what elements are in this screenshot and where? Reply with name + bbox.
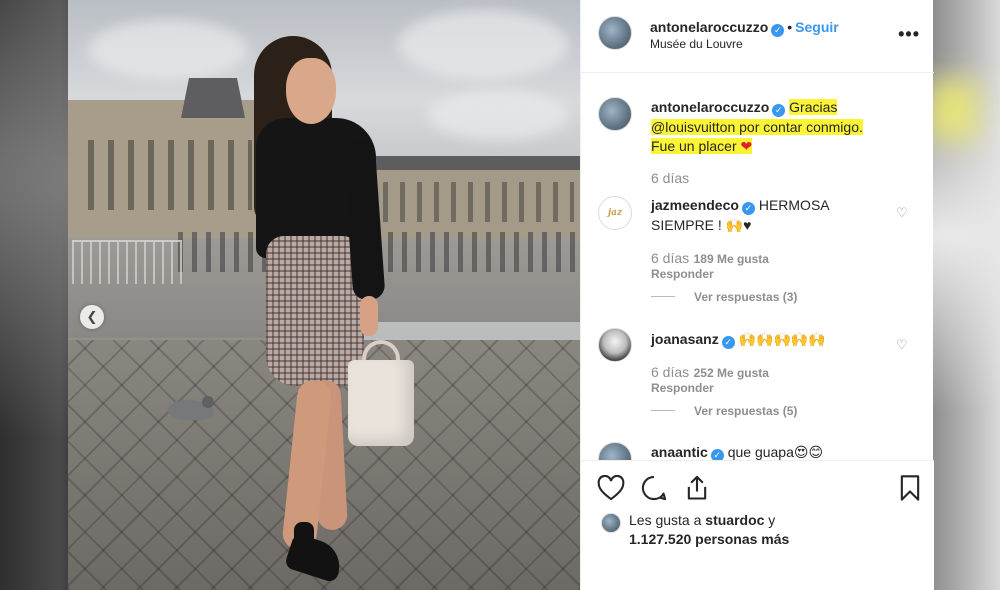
post-header: antonelaroccuzzo ✓ • Seguir Musée du Louvre… <box>581 0 934 73</box>
pigeon-head <box>202 396 214 408</box>
comment-author[interactable]: anaantic <box>651 444 708 460</box>
comment-time[interactable]: 6 días <box>651 250 689 266</box>
comment-author[interactable]: jazmeendeco <box>651 197 739 213</box>
reply-button[interactable]: Responder <box>651 381 714 395</box>
comment-meta: 6 días 252 Me gusta <box>651 364 769 382</box>
comment-meta: 6 días 189 Me gusta <box>651 250 769 268</box>
verified-badge-icon: ✓ <box>771 24 785 37</box>
heart-outline-icon[interactable]: ♡ <box>896 337 908 353</box>
reply-divider <box>651 410 675 411</box>
more-options-icon[interactable]: ••• <box>898 24 920 45</box>
avatar[interactable] <box>601 513 621 533</box>
likes-count[interactable]: 1.127.520 personas más <box>629 531 789 547</box>
verified-badge-icon: ✓ <box>721 336 735 350</box>
avatar[interactable] <box>598 442 632 460</box>
caption-mention[interactable]: @louisvuitton por contar conmigo. <box>651 118 863 135</box>
location-link[interactable]: Musée du Louvre <box>650 37 743 51</box>
reply-button[interactable]: Responder <box>651 267 714 281</box>
cloud <box>88 20 248 80</box>
avatar[interactable] <box>598 328 632 362</box>
likes-summary[interactable]: Les gusta a stuardoc y 1.127.520 persona… <box>629 511 889 549</box>
comment: jazmeendeco ✓ HERMOSA SIEMPRE ! 🙌♥ <box>651 196 891 235</box>
louvre-building-right <box>348 156 580 238</box>
heart-emoji: ❤ <box>740 138 753 154</box>
post-actions: Les gusta a stuardoc y 1.127.520 persona… <box>581 460 934 590</box>
separator-dot: • <box>787 19 793 35</box>
woman-face <box>286 58 336 124</box>
cloud <box>428 90 568 140</box>
likes-prefix: Les gusta a <box>629 512 706 528</box>
post-photo[interactable]: ❮ <box>68 0 580 590</box>
verified-badge-icon: ✓ <box>710 449 724 460</box>
comment-clipped: anaantic ✓ que guapa😍😊 <box>581 440 934 460</box>
caption-time[interactable]: 6 días <box>651 170 689 186</box>
comment: anaantic ✓ que guapa😍😊 <box>651 444 823 460</box>
comment-icon[interactable] <box>640 474 668 502</box>
share-icon[interactable] <box>683 474 711 502</box>
comment-text: que guapa😍😊 <box>727 444 824 460</box>
avatar[interactable] <box>598 16 632 50</box>
header-user-row: antonelaroccuzzo ✓ • Seguir <box>650 19 839 37</box>
comment-likes[interactable]: 189 Me gusta <box>694 252 769 266</box>
likes-connector: y <box>764 512 776 528</box>
woman-hand <box>360 296 378 336</box>
caption: antonelaroccuzzo ✓ Gracias @louisvuitton … <box>651 98 921 157</box>
comment-time[interactable]: 6 días <box>651 364 689 380</box>
heart-icon[interactable] <box>597 475 625 501</box>
post-sidebar: antonelaroccuzzo ✓ • Seguir Musée du Louvre… <box>580 0 934 590</box>
verified-badge-icon: ✓ <box>772 104 786 118</box>
caption-text: Fue un placer <box>651 138 737 154</box>
comment-likes[interactable]: 252 Me gusta <box>694 366 769 380</box>
avatar[interactable]: jaz <box>598 196 632 230</box>
barrier-fence <box>72 240 182 284</box>
caption-author[interactable]: antonelaroccuzzo <box>651 99 769 115</box>
verified-badge-icon: ✓ <box>741 202 755 216</box>
view-replies-button[interactable]: Ver respuestas (3) <box>694 290 797 304</box>
cloud <box>398 10 568 80</box>
author-username[interactable]: antonelaroccuzzo <box>650 19 768 35</box>
comment-author[interactable]: joanasanz <box>651 331 719 347</box>
comment-text: 🙌🙌🙌🙌🙌 <box>738 331 826 347</box>
view-replies-button[interactable]: Ver respuestas (5) <box>694 404 797 418</box>
follow-button[interactable]: Seguir <box>795 19 839 35</box>
bookmark-icon[interactable] <box>897 474 923 502</box>
heart-outline-icon[interactable]: ♡ <box>896 205 908 221</box>
caption-text: Gracias <box>789 99 838 115</box>
louvre-building-left <box>68 78 258 240</box>
comment: joanasanz ✓ 🙌🙌🙌🙌🙌 <box>651 330 891 350</box>
reply-divider <box>651 296 675 297</box>
chevron-left-icon[interactable]: ❮ <box>80 305 104 329</box>
avatar[interactable] <box>598 97 632 131</box>
liked-by-user[interactable]: stuardoc <box>705 512 764 528</box>
handbag <box>348 360 414 446</box>
